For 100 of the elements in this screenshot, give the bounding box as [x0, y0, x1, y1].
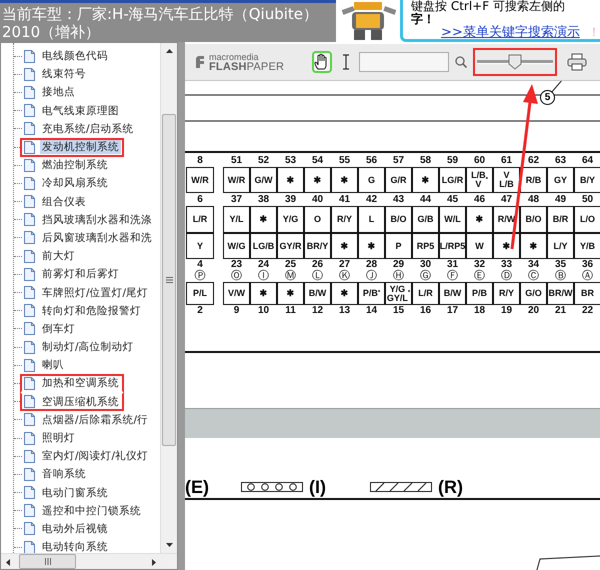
pin-number: 32: [472, 259, 486, 270]
document-icon: [24, 50, 35, 63]
document-icon: [24, 104, 35, 118]
tree-item[interactable]: 倒车灯: [40, 322, 77, 336]
tree-item[interactable]: 电线颜色代码: [40, 49, 110, 64]
tree-item[interactable]: 后风窗玻璃刮水器和洗: [40, 230, 154, 245]
search-demo-link[interactable]: >>菜单关键字搜索演示: [441, 26, 580, 39]
wire-color-cell: B/O: [520, 206, 547, 233]
wire-color-cell: L: [358, 206, 385, 233]
pin-number: 43: [392, 193, 406, 206]
wire-color-cell: Y: [186, 233, 214, 259]
tree-item[interactable]: 电动转向系统: [40, 540, 110, 553]
wire-color-cell: G/R: [385, 167, 412, 193]
wire-color-cell: O: [304, 206, 331, 233]
wire-color-cell: B/R: [547, 206, 574, 233]
pin-number: 44: [418, 193, 432, 206]
wire-color-cell: ✱: [358, 233, 385, 259]
wire-color-cell: W/L: [439, 206, 466, 233]
document-icon: [24, 304, 35, 318]
wire-color-cell: BR/Y: [304, 233, 331, 259]
tree-item[interactable]: 转向灯和危险报警灯: [40, 304, 143, 318]
pin-number: 41: [338, 193, 352, 206]
pin-number: 34: [526, 259, 540, 270]
tree-item[interactable]: 充电系统/启动系统: [40, 122, 136, 136]
pin-number: 60: [472, 155, 486, 167]
tree-item[interactable]: 室内灯/阅读灯/礼仪灯: [40, 449, 150, 464]
tree-item[interactable]: 前大灯: [40, 249, 77, 264]
wire-color-cell: ✱: [250, 282, 277, 305]
pin-letter: Ⓙ: [365, 270, 378, 282]
wire-color-cell: R/Y: [493, 282, 520, 305]
tree-item[interactable]: 电气线束原理图: [40, 104, 121, 118]
pin-number: 48: [526, 193, 540, 206]
pin-number: 39: [284, 193, 298, 206]
wire-color-cell: Y/B: [574, 233, 600, 259]
slider-thumb[interactable]: [508, 54, 522, 70]
document-icon: [24, 231, 35, 244]
hand-tool-button[interactable]: [312, 51, 332, 73]
scrollbar-thumb[interactable]: [19, 554, 76, 569]
wire-color-cell: W/G: [223, 233, 250, 259]
wire-color-cell: B/O: [385, 206, 412, 233]
model-title: 2010（增补）: [2, 23, 102, 41]
tree-item[interactable]: 线束符号: [40, 67, 88, 82]
wire-color-cell: R/Y: [331, 206, 358, 233]
tree-item[interactable]: 遥控和中控门锁系统: [40, 504, 143, 518]
search-icon[interactable]: [455, 56, 467, 68]
pin-number: 59: [446, 155, 460, 167]
tree-item[interactable]: 燃油控制系统: [40, 158, 110, 172]
pin-number: 38: [256, 193, 270, 206]
wire-color-cell: L/R: [412, 282, 439, 305]
pin-number: 9: [232, 305, 240, 317]
pin-strip-drawing: [241, 482, 303, 492]
pin-number: 36: [580, 259, 594, 270]
pin-number: 23: [230, 259, 244, 270]
wire-color-cell: ✱: [331, 233, 358, 259]
wire-color-cell: BR/W: [547, 282, 574, 305]
left-arrow-icon: [6, 558, 10, 566]
pin-letter: Ⓟ: [194, 270, 206, 282]
tree-item[interactable]: 空调压缩机系统: [40, 394, 121, 409]
wire-color-cell: P/L: [186, 282, 214, 305]
tree-item[interactable]: 接地点: [40, 85, 77, 100]
wire-color-cell: LG/B: [250, 233, 277, 259]
tree-item[interactable]: 组合仪表: [40, 194, 88, 209]
text-select-tool[interactable]: [342, 54, 350, 70]
pin-number: 33: [500, 259, 514, 270]
tree-item[interactable]: 音响系统: [40, 467, 88, 482]
pin-number: 57: [392, 155, 406, 167]
wire-color-cell: W/R: [223, 167, 250, 193]
pin-letter: Ⓖ: [419, 270, 432, 282]
search-field[interactable]: [359, 52, 449, 72]
wire-color-cell: P/B$^{*}$: [358, 282, 385, 305]
document-icon: [24, 432, 35, 445]
tree-item[interactable]: 点烟器/后除霜系统/行: [40, 412, 150, 427]
pin-letter: Ⓞ: [230, 270, 243, 282]
pin-number: 37: [230, 193, 244, 206]
wire-color-cell: V L/B: [493, 167, 520, 193]
wire-color-cell: ✱: [277, 282, 304, 305]
tree-item[interactable]: 车牌照灯/位置灯/尾灯: [40, 286, 150, 300]
tree-item[interactable]: 电动门窗系统: [40, 486, 110, 500]
tree-item[interactable]: 加热和空调系统: [40, 376, 121, 390]
tree-item[interactable]: 发动机控制系统: [40, 140, 121, 154]
tree-item[interactable]: 喇叭: [40, 358, 66, 372]
scrollbar-thumb[interactable]: [162, 114, 176, 446]
tree-item[interactable]: 挡风玻璃刮水器和洗涤: [40, 212, 154, 227]
document-icon: [24, 376, 35, 390]
wire-color-cell: BR: [574, 282, 600, 305]
tree-item[interactable]: 冷却风扇系统: [40, 176, 110, 190]
wire-outline: [534, 556, 600, 570]
document-icon: [24, 68, 35, 81]
pin-letter: Ⓗ: [392, 270, 405, 282]
tree-item[interactable]: 照明灯: [40, 431, 77, 446]
tree-item[interactable]: 电动外后视镜: [40, 522, 110, 536]
hatched-strip-drawing: [370, 482, 432, 492]
document-icon: [24, 504, 35, 518]
wire-color-cell: ✱: [412, 167, 439, 193]
pin-number: 58: [418, 155, 432, 167]
print-icon[interactable]: [568, 54, 586, 70]
hand-icon: [314, 54, 326, 70]
tree-item[interactable]: 制动灯/高位制动灯: [40, 340, 136, 354]
pin-number: 17: [446, 305, 460, 317]
tree-item[interactable]: 前雾灯和后雾灯: [40, 267, 121, 282]
